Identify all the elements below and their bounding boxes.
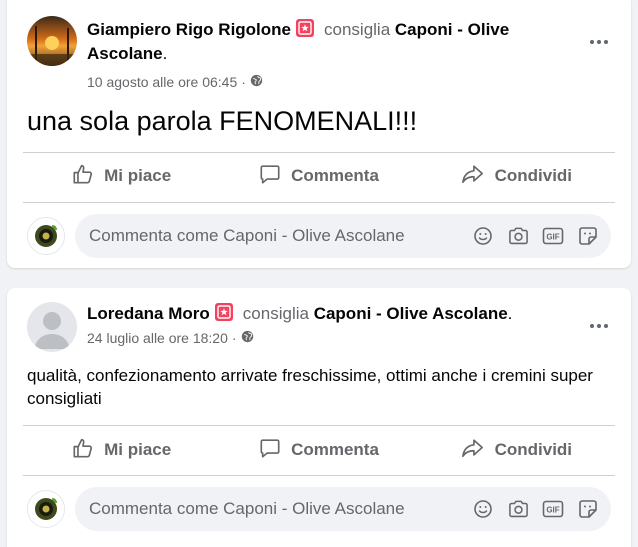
- gif-icon[interactable]: GIF: [540, 496, 566, 522]
- recommend-verb: consiglia: [324, 20, 391, 39]
- comment-placeholder: Commenta come Caponi - Olive Ascolane: [89, 499, 405, 518]
- comment-composer: Commenta come Caponi - Olive Ascolane GI…: [27, 487, 611, 531]
- comment-button[interactable]: Commenta: [220, 428, 417, 472]
- recommend-star-icon: [296, 19, 315, 37]
- author-avatar[interactable]: [27, 16, 77, 66]
- divider: [23, 152, 615, 153]
- review-text: una sola parola FENOMENALI!!!: [27, 106, 418, 136]
- emoji-icon[interactable]: [470, 496, 496, 522]
- like-button[interactable]: Mi piace: [23, 428, 220, 472]
- comment-bubble-icon: [259, 163, 291, 190]
- comment-label: Commenta: [291, 166, 379, 185]
- camera-icon[interactable]: [505, 496, 531, 522]
- page-name[interactable]: Caponi - Olive Ascolane: [314, 304, 508, 323]
- share-button[interactable]: Condividi: [418, 154, 615, 198]
- author-name[interactable]: Loredana Moro: [87, 304, 210, 323]
- more-options-icon[interactable]: [581, 308, 617, 344]
- meta-separator: ·: [231, 330, 237, 346]
- recommend-verb: consiglia: [242, 304, 309, 323]
- sticker-icon[interactable]: [575, 496, 601, 522]
- review-post: Giampiero Rigo Rigolone consiglia Caponi …: [7, 0, 631, 268]
- post-actions: Mi piace Commenta Condividi: [23, 428, 615, 472]
- share-label: Condividi: [494, 166, 573, 185]
- divider: [23, 475, 615, 476]
- camera-icon[interactable]: [505, 223, 531, 249]
- comment-button[interactable]: Commenta: [220, 154, 417, 198]
- share-arrow-icon: [461, 163, 495, 190]
- post-headline: Giampiero Rigo Rigolone consiglia Caponi …: [87, 18, 571, 66]
- like-label: Mi piace: [104, 166, 172, 185]
- comment-label: Commenta: [291, 440, 379, 459]
- comment-input[interactable]: Commenta come Caponi - Olive Ascolane GI…: [75, 487, 611, 531]
- comment-placeholder: Commenta come Caponi - Olive Ascolane: [89, 226, 405, 245]
- comment-bubble-icon: [259, 437, 291, 464]
- recommend-star-icon: [214, 303, 233, 321]
- post-timestamp[interactable]: 10 agosto alle ore 06:45: [87, 72, 237, 92]
- globe-icon: [241, 328, 254, 348]
- share-label: Condividi: [494, 440, 573, 459]
- review-post: Loredana Moro consiglia Caponi - Olive As…: [7, 288, 631, 547]
- share-arrow-icon: [461, 437, 495, 464]
- post-headline: Loredana Moro consiglia Caponi - Olive As…: [87, 302, 571, 326]
- headline-period: .: [507, 304, 513, 323]
- thumbs-up-icon: [72, 437, 104, 464]
- svg-text:GIF: GIF: [546, 233, 559, 242]
- svg-text:GIF: GIF: [546, 506, 559, 515]
- post-actions: Mi piace Commenta Condividi: [23, 154, 615, 198]
- gif-icon[interactable]: GIF: [540, 223, 566, 249]
- author-avatar[interactable]: [27, 302, 77, 352]
- commenter-avatar[interactable]: [27, 217, 65, 255]
- meta-separator: ·: [241, 74, 246, 90]
- globe-icon: [250, 72, 263, 92]
- commenter-avatar[interactable]: [27, 490, 65, 528]
- headline-period: .: [162, 44, 168, 63]
- divider: [23, 202, 615, 203]
- thumbs-up-icon: [72, 163, 104, 190]
- comment-composer: Commenta come Caponi - Olive Ascolane GI…: [27, 214, 611, 258]
- comment-input[interactable]: Commenta come Caponi - Olive Ascolane GI…: [75, 214, 611, 258]
- author-name[interactable]: Giampiero Rigo Rigolone: [87, 20, 291, 39]
- like-label: Mi piace: [104, 440, 172, 459]
- divider: [23, 425, 615, 426]
- review-text: qualità, confezionamento arrivate fresch…: [27, 366, 593, 408]
- more-options-icon[interactable]: [581, 24, 617, 60]
- like-button[interactable]: Mi piace: [23, 154, 220, 198]
- share-button[interactable]: Condividi: [418, 428, 615, 472]
- post-timestamp[interactable]: 24 luglio alle ore 18:20: [87, 328, 228, 348]
- sticker-icon[interactable]: [575, 223, 601, 249]
- emoji-icon[interactable]: [470, 223, 496, 249]
